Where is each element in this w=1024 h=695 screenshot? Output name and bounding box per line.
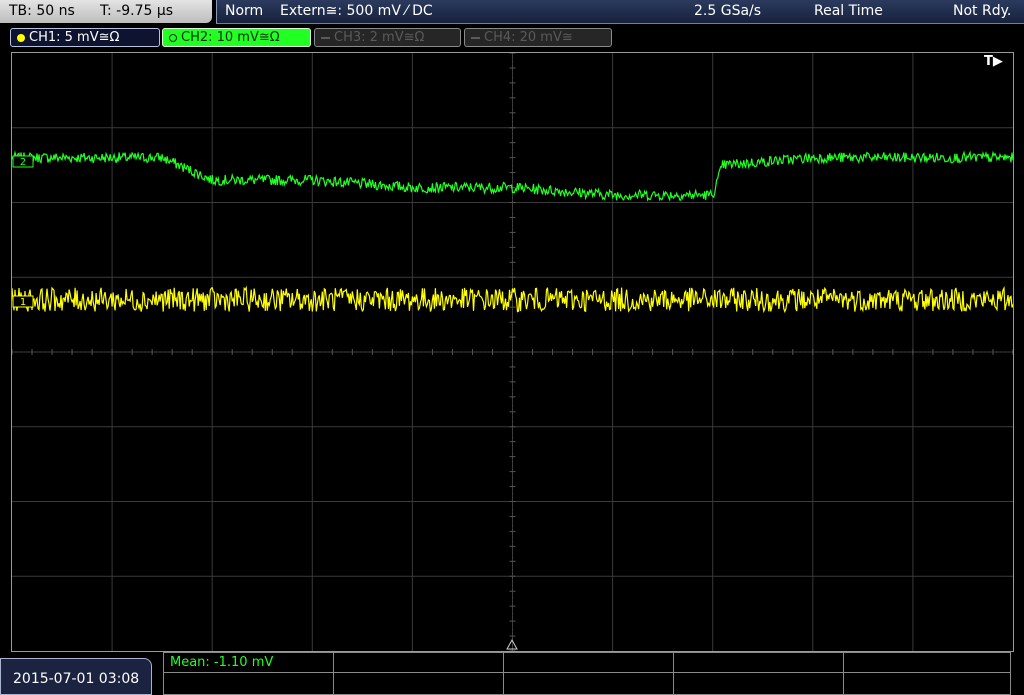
mean-measurement: Mean: -1.10 mV [170,655,274,670]
measurement-cell[interactable] [334,653,504,673]
channel-off-icon [471,36,480,39]
channel-2-tab[interactable]: CH2: 10 mV≅Ω [162,28,311,47]
sample-rate: 2.5 GSa/s [694,3,762,19]
acquisition-status-bar[interactable]: Norm Extern≅: 500 mV ⁄ DC 2.5 GSa/s Real… [216,0,1024,24]
channel-tabs: CH1: 5 mV≅Ω CH2: 10 mV≅Ω CH3: 2 mV≅Ω CH4… [0,26,1024,48]
channel-markers: 2 1 [12,155,518,650]
timebase-label: TB: 50 ns [9,3,75,19]
measurement-cell[interactable] [674,673,844,694]
graticule [11,52,1014,652]
measurement-cell[interactable] [844,653,1010,673]
measurement-cell[interactable] [504,653,674,673]
timestamp: 2015-07-01 03:08 [0,658,152,695]
measurement-cell[interactable] [504,673,674,694]
waveform-plot[interactable]: 2 1 [11,52,1014,652]
ch1-marker-label: 1 [20,297,26,308]
top-bar: TB: 50 ns T: -9.75 µs Norm Extern≅: 500 … [0,0,1024,24]
trigger-marker-icon[interactable]: T▶ [984,54,1003,69]
measurement-cell[interactable] [844,673,1010,694]
channel-off-icon [321,36,330,39]
scope-display[interactable]: 2 1 [11,52,1014,652]
measurement-cell[interactable] [164,673,334,694]
measurement-cell[interactable] [334,673,504,694]
channel-4-tab[interactable]: CH4: 20 mV≅ [464,28,612,47]
channel-1-label: CH1: 5 mV≅Ω [29,30,120,45]
channel-4-label: CH4: 20 mV≅ [484,30,573,45]
measurement-panel[interactable]: Mean: -1.10 mV [163,652,1011,695]
measurement-cell[interactable] [674,653,844,673]
trigger-mode[interactable]: Norm [225,3,263,19]
channel-3-tab[interactable]: CH3: 2 mV≅Ω [314,28,461,47]
timebase-panel[interactable]: TB: 50 ns T: -9.75 µs [0,0,212,23]
trigger-time-label: T: -9.75 µs [100,3,174,19]
measurement-cell[interactable]: Mean: -1.10 mV [164,653,334,673]
channel-3-label: CH3: 2 mV≅Ω [334,30,425,45]
trigger-source[interactable]: Extern≅: 500 mV ⁄ DC [280,3,433,19]
channel-dot-icon [17,33,25,42]
acquisition-mode: Real Time [814,3,883,19]
channel-dot-icon [169,33,177,42]
channel-1-tab[interactable]: CH1: 5 mV≅Ω [10,28,160,47]
acquisition-state: Not Rdy. [953,3,1012,19]
channel-2-label: CH2: 10 mV≅Ω [181,30,280,45]
ch2-marker-label: 2 [20,157,26,168]
